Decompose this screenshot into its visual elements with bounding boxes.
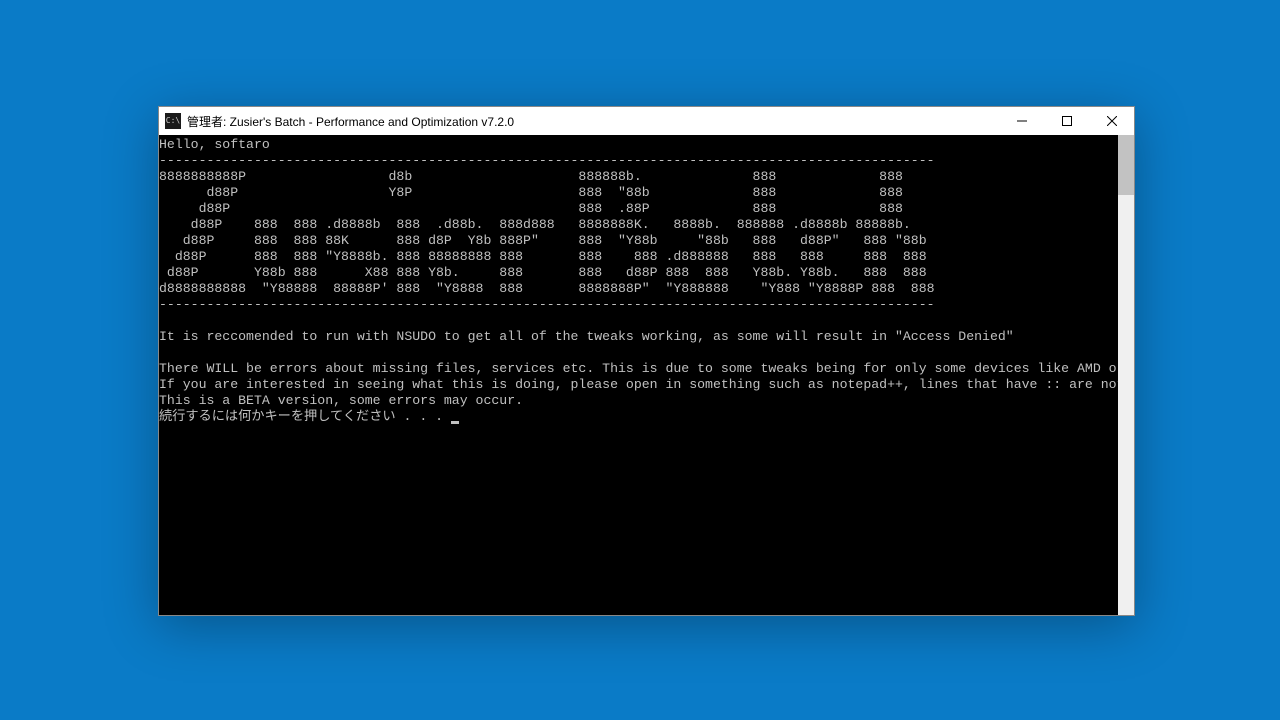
scroll-thumb[interactable] <box>1118 135 1134 195</box>
window-controls <box>999 107 1134 135</box>
cursor <box>451 421 459 424</box>
greeting-line: Hello, softaro <box>159 137 270 152</box>
close-icon <box>1107 116 1117 126</box>
scrollbar[interactable] <box>1118 135 1134 615</box>
maximize-button[interactable] <box>1044 107 1089 135</box>
cmd-icon: C:\ <box>165 113 181 129</box>
terminal-content[interactable]: Hello, softaro -------------------------… <box>159 135 1118 615</box>
close-button[interactable] <box>1089 107 1134 135</box>
cmd-icon-label: C:\ <box>166 117 180 125</box>
ascii-art-line: d8888888888 "Y88888 88888P' 888 "Y8888 8… <box>159 281 935 296</box>
minimize-icon <box>1017 116 1027 126</box>
ascii-art-line: d88P Y8P 888 "88b 888 888 <box>159 185 903 200</box>
maximize-icon <box>1062 116 1072 126</box>
ascii-art-line: d88P 888 888 88K 888 d8P Y8b 888P" 888 "… <box>159 233 927 248</box>
titlebar[interactable]: C:\ 管理者: Zusier's Batch - Performance an… <box>159 107 1134 135</box>
cmd-window: C:\ 管理者: Zusier's Batch - Performance an… <box>158 106 1135 616</box>
info-line: There WILL be errors about missing files… <box>159 361 1118 376</box>
info-line: If you are interested in seeing what thi… <box>159 377 1118 392</box>
ascii-art-line: d88P 888 .88P 888 888 <box>159 201 903 216</box>
info-line: This is a BETA version, some errors may … <box>159 393 523 408</box>
continue-prompt: 続行するには何かキーを押してください . . . <box>159 409 451 424</box>
info-line: It is reccomended to run with NSUDO to g… <box>159 329 1014 344</box>
ascii-art-line: 8888888888P d8b 888888b. 888 888 <box>159 169 903 184</box>
ascii-art-line: d88P 888 888 .d8888b 888 .d88b. 888d888 … <box>159 217 911 232</box>
window-title: 管理者: Zusier's Batch - Performance and Op… <box>187 113 999 130</box>
divider-line: ----------------------------------------… <box>159 297 935 312</box>
terminal-area: Hello, softaro -------------------------… <box>159 135 1134 615</box>
minimize-button[interactable] <box>999 107 1044 135</box>
divider-line: ----------------------------------------… <box>159 153 935 168</box>
ascii-art-line: d88P Y88b 888 X88 888 Y8b. 888 888 d88P … <box>159 265 927 280</box>
ascii-art-line: d88P 888 888 "Y8888b. 888 88888888 888 8… <box>159 249 927 264</box>
